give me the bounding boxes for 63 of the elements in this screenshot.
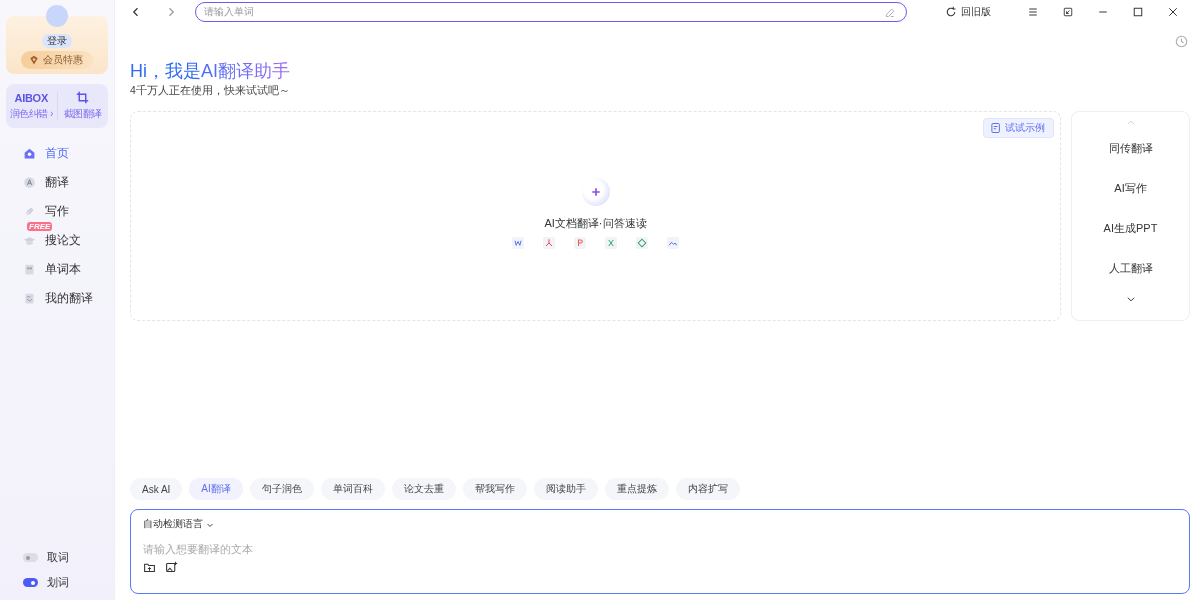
nav-item[interactable]: 首页 <box>23 144 69 163</box>
excel-file-icon <box>605 236 617 249</box>
document-drop-zone[interactable]: 试试示例 AI文档翻译·问答速读 <box>130 111 1061 321</box>
mode-chip[interactable]: 重点提炼 <box>604 478 669 500</box>
login-label[interactable]: 登录 <box>42 34 72 48</box>
polish-button[interactable]: AIBOX 润色纠错 › <box>6 91 57 121</box>
document-icon <box>990 122 1002 134</box>
menu-icon <box>1026 5 1039 18</box>
toggle-label: 取词 <box>47 550 69 565</box>
maximize-icon <box>1131 5 1144 18</box>
diamond-badge-icon <box>29 55 39 65</box>
graduation-cap-icon <box>23 234 36 247</box>
window-restore-icon <box>1061 5 1074 18</box>
plus-icon <box>589 185 602 198</box>
ppt-file-icon <box>574 236 586 249</box>
mode-chip[interactable]: Ask AI <box>130 478 183 500</box>
upload-folder-icon[interactable] <box>143 561 156 574</box>
free-badge: FREE <box>27 222 53 231</box>
word-file-icon <box>512 236 524 249</box>
mode-chip[interactable]: 句子润色 <box>249 478 314 500</box>
house-icon <box>23 147 36 160</box>
nav-item[interactable]: 翻译 <box>23 173 69 192</box>
try-example-button[interactable]: 试试示例 <box>983 118 1054 138</box>
image-file-icon <box>667 236 679 249</box>
feature-item[interactable]: 同传翻译 <box>1108 128 1153 168</box>
clock-icon[interactable] <box>1175 35 1188 48</box>
nav-item[interactable]: 写作 <box>23 202 69 221</box>
toggle-switch[interactable] <box>23 578 38 587</box>
mode-chip[interactable]: 论文去重 <box>391 478 456 500</box>
toggle-switch[interactable] <box>23 553 38 562</box>
toggle-label: 划词 <box>47 575 69 590</box>
feature-item[interactable]: AI生成PPT <box>1103 208 1158 248</box>
chevron-down-icon <box>1125 294 1136 304</box>
chevron-up-icon <box>1125 118 1136 128</box>
vip-offer-button[interactable]: 会员特惠 <box>21 51 93 69</box>
aibox-logo: AIBOX <box>14 91 48 104</box>
screenshot-translate-button[interactable]: 截图翻译 <box>57 91 108 121</box>
language-dropdown[interactable]: 自动检测语言 <box>143 518 214 531</box>
hero-subtitle: 4千万人正在使用，快来试试吧～ <box>130 84 291 98</box>
crop-icon <box>76 91 90 104</box>
document-icon <box>23 292 36 305</box>
nav-item[interactable]: 我的翻译 <box>23 289 93 308</box>
refresh-icon <box>945 5 957 18</box>
mode-chip[interactable]: 单词百科 <box>320 478 385 500</box>
image-upload-icon[interactable] <box>165 561 178 574</box>
notebook-icon <box>23 263 36 276</box>
letter-a-icon <box>23 176 36 189</box>
close-icon <box>1166 5 1179 18</box>
mode-chip[interactable]: 帮我写作 <box>462 478 527 500</box>
pen-icon <box>23 205 36 218</box>
hero-title: Hi，我是AI翻译助手 <box>130 60 292 82</box>
nav-item[interactable]: 单词本 <box>23 260 81 279</box>
nav-item[interactable]: 搜论文 <box>23 231 81 250</box>
mode-chip[interactable]: 内容扩写 <box>675 478 740 500</box>
pdf-file-icon <box>543 236 555 249</box>
old-version-button[interactable]: 回旧版 <box>945 4 991 19</box>
feature-item[interactable]: AI写作 <box>1114 168 1147 208</box>
mode-chip[interactable]: AI翻译 <box>189 478 243 500</box>
drop-zone-label: AI文档翻译·问答速读 <box>544 215 647 231</box>
search-input[interactable]: 请输入单词 <box>203 4 884 19</box>
diamond-file-icon <box>636 236 648 249</box>
feature-item[interactable]: 人工翻译 <box>1108 248 1153 288</box>
mode-chip[interactable]: 阅读助手 <box>533 478 598 500</box>
